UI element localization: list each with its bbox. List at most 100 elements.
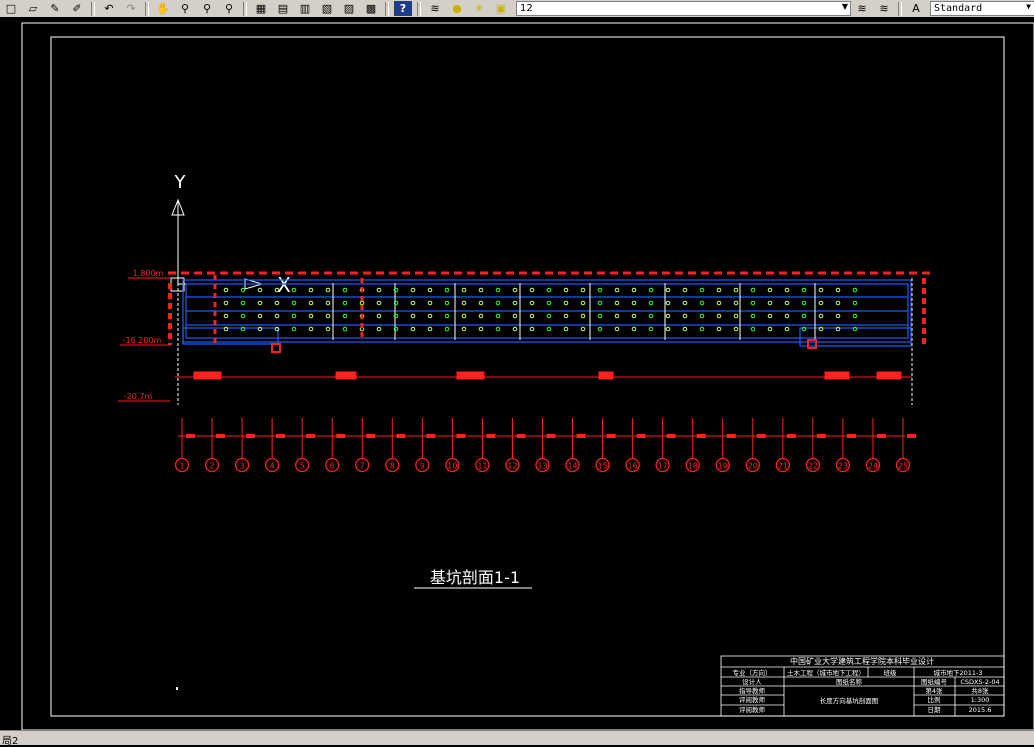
anchor-point (291, 326, 297, 332)
anchor-point (546, 326, 552, 332)
grid-axis-number: 11 (477, 462, 487, 471)
title-block-cell: 共8张 (971, 686, 989, 695)
anchor-point (444, 287, 450, 293)
dimension-tick (756, 434, 766, 438)
grid-axis-number: 16 (628, 462, 638, 471)
dimension-tick (306, 434, 316, 438)
dimension-tick (816, 434, 826, 438)
anchor-point (444, 326, 450, 332)
drawing-canvas[interactable]: Y X 1.800m -16.200m -20.7m 1 2 3 4 5 6 7… (0, 17, 1034, 731)
anchor-point (461, 313, 467, 319)
calculator-icon[interactable]: ▩ (362, 1, 380, 16)
anchor-point (376, 313, 382, 319)
section-title: 基坑剖面1-1 (430, 568, 520, 587)
design-center-icon[interactable]: ▤ (274, 1, 292, 16)
layer-lock-icon[interactable]: ▣ (492, 1, 510, 16)
zoom-window-icon[interactable]: ⚲ (198, 1, 216, 16)
zoom-realtime-icon[interactable]: ⚲ (176, 1, 194, 16)
grid-axis-number: 19 (718, 462, 728, 471)
anchor-point (733, 326, 739, 332)
anchor-point (308, 313, 314, 319)
zoom-previous-icon[interactable]: ⚲ (220, 1, 238, 16)
anchor-point (580, 313, 586, 319)
make-layer-current-icon[interactable]: ≋ (853, 1, 871, 16)
anchor-point (716, 326, 722, 332)
layer-freeze-icon[interactable]: ☀ (470, 1, 488, 16)
anchor-point (478, 287, 484, 293)
title-block-cell: 评阅教师 (739, 695, 766, 704)
anchor-point (597, 313, 603, 319)
grid-axis-number: 6 (330, 462, 335, 471)
separator (898, 1, 902, 16)
tool-palette-icon[interactable]: ▥ (296, 1, 314, 16)
anchor-point (818, 300, 824, 306)
pan-icon[interactable]: ✋ (154, 1, 172, 16)
dimension-tick (546, 434, 556, 438)
markup-icon[interactable]: ▨ (340, 1, 358, 16)
anchor-point (563, 300, 569, 306)
grid-axis-number: 23 (838, 462, 848, 471)
layer-dropdown[interactable]: 12 ▼ (516, 1, 851, 16)
anchor-point (495, 300, 501, 306)
dimension-tick (846, 434, 856, 438)
grid-axis-number: 22 (808, 462, 818, 471)
dimension-tick (516, 434, 526, 438)
anchor-point (665, 313, 671, 319)
layer-previous-icon[interactable]: ≋ (875, 1, 893, 16)
new-icon[interactable]: □ (2, 1, 20, 16)
anchor-point (359, 300, 365, 306)
dimension-tick (696, 434, 706, 438)
anchor-point (325, 313, 331, 319)
anchor-point (410, 300, 416, 306)
anchor-point (461, 300, 467, 306)
grid-axis-number: 2 (209, 462, 214, 471)
anchor-point (750, 300, 756, 306)
text-style-dropdown[interactable]: Standard ▼ (930, 1, 1034, 16)
dimension-tick (396, 434, 406, 438)
grid-axis-number: 8 (390, 462, 395, 471)
sheet-set-icon[interactable]: ▧ (318, 1, 336, 16)
undo-icon[interactable]: ↶ (100, 1, 118, 16)
anchor-point (308, 326, 314, 332)
anchor-point (784, 313, 790, 319)
anchor-point (699, 326, 705, 332)
anchor-point (223, 287, 229, 293)
elevation-mid-label: -16.200m (123, 336, 162, 345)
anchor-point (427, 326, 433, 332)
dimension-tick (786, 434, 796, 438)
anchor-point (767, 300, 773, 306)
anchor-point (461, 326, 467, 332)
grid-axis-number: 9 (420, 462, 425, 471)
layer-on-icon[interactable]: ● (448, 1, 466, 16)
pencil-icon[interactable]: ✎ (46, 1, 64, 16)
text-style-icon[interactable]: A (907, 1, 925, 16)
anchor-point (716, 313, 722, 319)
anchor-point (631, 313, 637, 319)
chevron-down-icon: ▼ (1026, 2, 1031, 11)
layer-manager-icon[interactable]: ≋ (426, 1, 444, 16)
help-icon[interactable]: ? (394, 1, 412, 16)
grid-axis-number: 24 (868, 462, 878, 471)
anchor-point (342, 313, 348, 319)
anchor-point (699, 313, 705, 319)
grid-axis-number: 25 (898, 462, 908, 471)
anchor-point (495, 326, 501, 332)
properties-icon[interactable]: ▦ (252, 1, 270, 16)
dimension-tick (576, 434, 586, 438)
title-block-cell: 设计人 (742, 677, 762, 686)
grid-axis-number: 3 (240, 462, 245, 471)
anchor-point (784, 300, 790, 306)
dimension-tick (726, 434, 736, 438)
anchor-point (767, 313, 773, 319)
anchor-point (512, 287, 518, 293)
title-block-cell: 土木工程（城市地下工程） (787, 668, 865, 677)
title-block-cell: 1:300 (971, 696, 990, 704)
match-properties-icon[interactable]: ✐ (68, 1, 86, 16)
layout-tab[interactable]: 局2 (2, 732, 18, 747)
anchor-point (767, 326, 773, 332)
redo-icon[interactable]: ↷ (122, 1, 140, 16)
anchor-point (291, 300, 297, 306)
anchor-point (529, 287, 535, 293)
open-icon[interactable]: ▱ (24, 1, 42, 16)
anchor-point (410, 313, 416, 319)
